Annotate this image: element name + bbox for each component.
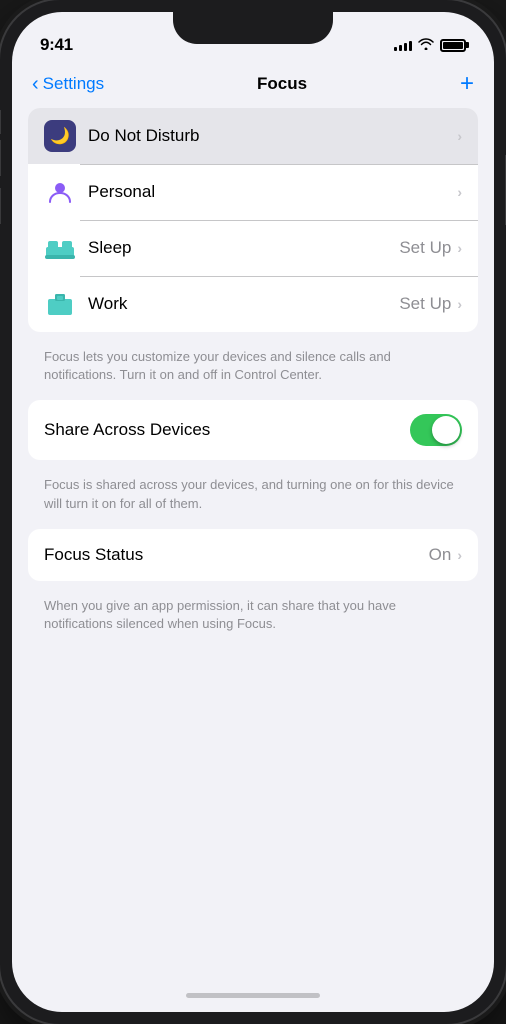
content-area: 🌙 Do Not Disturb › Personal › <box>12 108 494 978</box>
focus-description: Focus lets you customize your devices an… <box>28 340 478 400</box>
back-button[interactable]: ‹ Settings <box>32 73 104 96</box>
person-icon <box>44 176 76 208</box>
focus-list-group: 🌙 Do Not Disturb › Personal › <box>28 108 478 332</box>
share-devices-group: Share Across Devices <box>28 400 478 460</box>
focus-status-label: Focus Status <box>44 545 429 565</box>
do-not-disturb-item[interactable]: 🌙 Do Not Disturb › <box>28 108 478 164</box>
back-label: Settings <box>43 74 104 94</box>
moon-icon: 🌙 <box>44 120 76 152</box>
home-indicator <box>12 978 494 1012</box>
back-chevron-icon: ‹ <box>32 73 39 96</box>
focus-status-group: Focus Status On › <box>28 529 478 581</box>
personal-label: Personal <box>88 182 457 202</box>
do-not-disturb-label: Do Not Disturb <box>88 126 457 146</box>
sleep-item[interactable]: Sleep Set Up › <box>28 220 478 276</box>
share-devices-toggle[interactable] <box>410 414 462 446</box>
focus-status-chevron: › <box>457 547 462 563</box>
phone-screen: 9:41 <box>12 12 494 1012</box>
volume-up-button[interactable] <box>0 140 1 176</box>
focus-status-description: When you give an app permission, it can … <box>28 589 478 649</box>
nav-bar: ‹ Settings Focus + <box>12 64 494 108</box>
share-description: Focus is shared across your devices, and… <box>28 468 478 528</box>
page-title: Focus <box>257 74 307 94</box>
battery-icon <box>440 39 466 52</box>
work-icon <box>44 288 76 320</box>
work-chevron: › <box>457 296 462 312</box>
status-icons <box>394 38 466 53</box>
do-not-disturb-chevron: › <box>457 128 462 144</box>
sleep-value: Set Up <box>399 238 451 258</box>
home-bar <box>186 993 320 998</box>
notch <box>173 12 333 44</box>
volume-down-button[interactable] <box>0 188 1 224</box>
silent-switch[interactable] <box>0 110 1 134</box>
sleep-chevron: › <box>457 240 462 256</box>
status-time: 9:41 <box>40 35 73 55</box>
focus-status-value: On <box>429 545 452 565</box>
work-item[interactable]: Work Set Up › <box>28 276 478 332</box>
personal-item[interactable]: Personal › <box>28 164 478 220</box>
add-button[interactable]: + <box>460 72 474 96</box>
toggle-knob <box>432 416 460 444</box>
work-value: Set Up <box>399 294 451 314</box>
personal-chevron: › <box>457 184 462 200</box>
focus-status-item[interactable]: Focus Status On › <box>28 529 478 581</box>
wifi-icon <box>418 38 434 53</box>
share-devices-item[interactable]: Share Across Devices <box>28 400 478 460</box>
work-label: Work <box>88 294 399 314</box>
sleep-label: Sleep <box>88 238 399 258</box>
signal-icon <box>394 39 412 51</box>
phone-frame: 9:41 <box>0 0 506 1024</box>
battery-fill <box>443 42 463 49</box>
sleep-icon <box>44 232 76 264</box>
share-devices-label: Share Across Devices <box>44 420 410 440</box>
